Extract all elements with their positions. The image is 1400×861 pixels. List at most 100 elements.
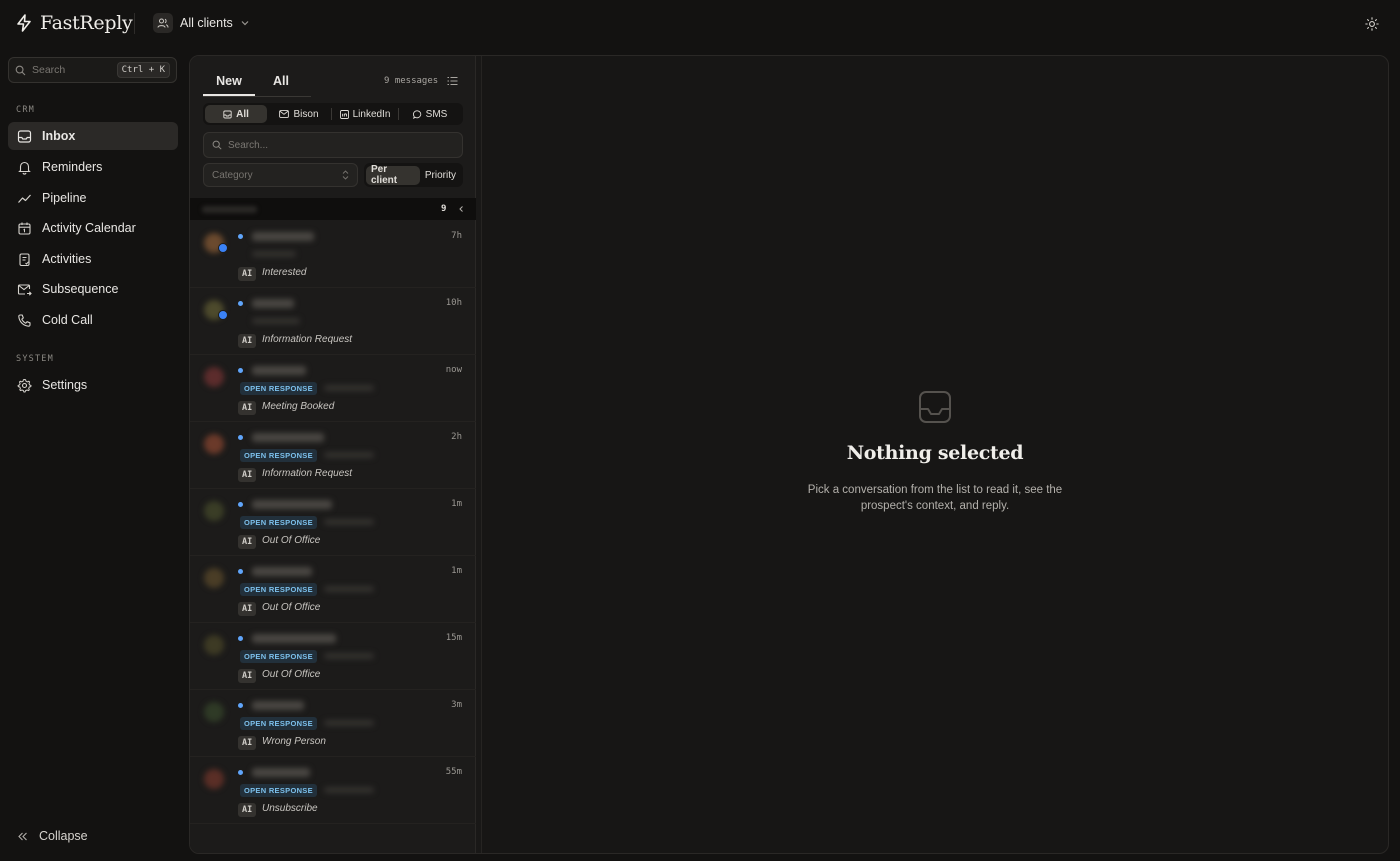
search-icon: [212, 140, 222, 150]
conversation-row[interactable]: 3m OPEN RESPONSE AI Wrong Person: [190, 690, 476, 757]
preview-redacted: [324, 787, 374, 793]
list-view-button[interactable]: [447, 76, 458, 86]
conversation-row[interactable]: 55m OPEN RESPONSE AI Unsubscribe: [190, 757, 476, 824]
grouping-per-client[interactable]: Per client: [366, 164, 420, 186]
row-category: Information Request: [262, 468, 353, 479]
clipboard-icon: [19, 252, 30, 266]
group-count: 9: [441, 204, 447, 214]
sidebar-item-cold-call[interactable]: Cold Call: [8, 306, 178, 334]
channel-label: LinkedIn: [352, 108, 391, 120]
search-shortcut: Ctrl + K: [116, 62, 170, 78]
channel-bison[interactable]: Bison: [267, 105, 331, 123]
sidebar-item-subsequence[interactable]: Subsequence: [8, 275, 178, 303]
empty-state-line-1: Pick a conversation from the list to rea…: [807, 484, 1063, 496]
row-time: 15m: [445, 633, 462, 643]
conversation-row[interactable]: 1m OPEN RESPONSE AI Out Of Office: [190, 489, 476, 556]
preview-redacted: [324, 519, 374, 525]
unread-dot: [238, 636, 243, 641]
list-search-input[interactable]: Search...: [203, 132, 463, 158]
channel-badge-icon: [218, 243, 228, 253]
ai-badge: AI: [238, 736, 257, 750]
search-placeholder: Search: [32, 64, 66, 76]
ai-badge: AI: [238, 602, 257, 616]
theme-toggle-button[interactable]: [1362, 14, 1382, 34]
sidebar-item-pipeline[interactable]: Pipeline: [8, 184, 178, 212]
conversation-row[interactable]: 15m OPEN RESPONSE AI Out Of Office: [190, 623, 476, 690]
chat-bubble-icon: [412, 109, 421, 119]
contact-name-redacted: [252, 701, 304, 710]
avatar: [204, 702, 224, 722]
sidebar-item-reminders[interactable]: Reminders: [8, 153, 178, 181]
ai-badge: AI: [238, 334, 257, 348]
channel-filter: All Bison LinkedIn SMS: [203, 103, 463, 125]
conversation-row[interactable]: 2h OPEN RESPONSE AI Information Request: [190, 422, 476, 489]
empty-state-title: Nothing selected: [846, 442, 1024, 464]
conversation-row[interactable]: 1m OPEN RESPONSE AI Out Of Office: [190, 556, 476, 623]
category-select[interactable]: Category: [203, 163, 358, 187]
row-time: 3m: [451, 700, 462, 710]
collapse-sidebar-button[interactable]: Collapse: [16, 829, 88, 843]
channel-sms[interactable]: SMS: [399, 105, 461, 123]
grouping-priority[interactable]: Priority: [420, 166, 461, 185]
conversation-row[interactable]: 7h AI Interested: [190, 221, 476, 288]
unread-dot: [238, 435, 243, 440]
unread-dot: [238, 234, 243, 239]
client-group-header[interactable]: 9: [190, 198, 476, 220]
preview-redacted: [252, 251, 296, 257]
sidebar-item-activity-calendar[interactable]: Activity Calendar: [8, 214, 178, 242]
row-category: Unsubscribe: [262, 803, 318, 814]
category-placeholder: Category: [212, 169, 253, 181]
avatar: [204, 568, 224, 588]
mail-forward-icon: [17, 283, 32, 296]
sidebar-item-activities[interactable]: Activities: [8, 245, 178, 273]
contact-name-redacted: [252, 768, 310, 777]
ai-badge: AI: [238, 535, 257, 549]
list-icon: [447, 77, 458, 85]
preview-redacted: [324, 653, 374, 659]
pane-resizer[interactable]: [476, 56, 482, 853]
preview-redacted: [324, 720, 374, 726]
channel-all[interactable]: All: [205, 105, 267, 123]
linkedin-icon: [339, 109, 349, 119]
ai-badge: AI: [238, 468, 257, 482]
chevron-updown-icon: [342, 170, 349, 180]
gear-icon: [17, 378, 32, 392]
message-count: 9 messages: [384, 76, 439, 86]
sidebar-item-inbox[interactable]: Inbox: [8, 122, 178, 150]
calendar-icon: [18, 222, 31, 235]
client-switcher[interactable]: All clients: [153, 13, 250, 33]
avatar: [204, 367, 224, 387]
preview-redacted: [252, 318, 300, 324]
conversation-list-pane: New All 9 messages All Bison LinkedIn SM…: [190, 56, 476, 853]
sidebar-item-settings[interactable]: Settings: [8, 371, 178, 399]
global-search[interactable]: Search Ctrl + K: [8, 57, 177, 83]
grouping-toggle: Per client Priority: [364, 163, 463, 187]
section-label-system: SYSTEM: [16, 354, 54, 364]
row-time: 1m: [451, 499, 462, 509]
open-response-badge: OPEN RESPONSE: [240, 449, 317, 462]
ai-badge: AI: [238, 401, 257, 415]
row-time: 2h: [451, 432, 462, 442]
conversation-row[interactable]: now OPEN RESPONSE AI Meeting Booked: [190, 355, 476, 422]
ai-badge: AI: [238, 267, 257, 281]
channel-linkedin[interactable]: LinkedIn: [332, 105, 398, 123]
row-time: 7h: [451, 231, 462, 241]
row-time: 10h: [445, 298, 462, 308]
app-logo[interactable]: FastReply: [16, 12, 133, 34]
trend-icon: [18, 194, 31, 203]
avatar: [204, 434, 224, 454]
tab-new[interactable]: New: [203, 68, 255, 96]
mail-icon: [279, 110, 290, 118]
open-response-badge: OPEN RESPONSE: [240, 583, 317, 596]
section-label-crm: CRM: [16, 105, 35, 115]
avatar: [204, 635, 224, 655]
contact-name-redacted: [252, 500, 332, 509]
row-category: Wrong Person: [262, 736, 326, 747]
row-category: Interested: [262, 267, 307, 278]
tab-all[interactable]: All: [255, 68, 307, 96]
main-frame: New All 9 messages All Bison LinkedIn SM…: [189, 55, 1389, 854]
open-response-badge: OPEN RESPONSE: [240, 650, 317, 663]
channel-label: SMS: [425, 108, 448, 120]
conversation-row[interactable]: 10h AI Information Request: [190, 288, 476, 355]
unread-dot: [238, 502, 243, 507]
